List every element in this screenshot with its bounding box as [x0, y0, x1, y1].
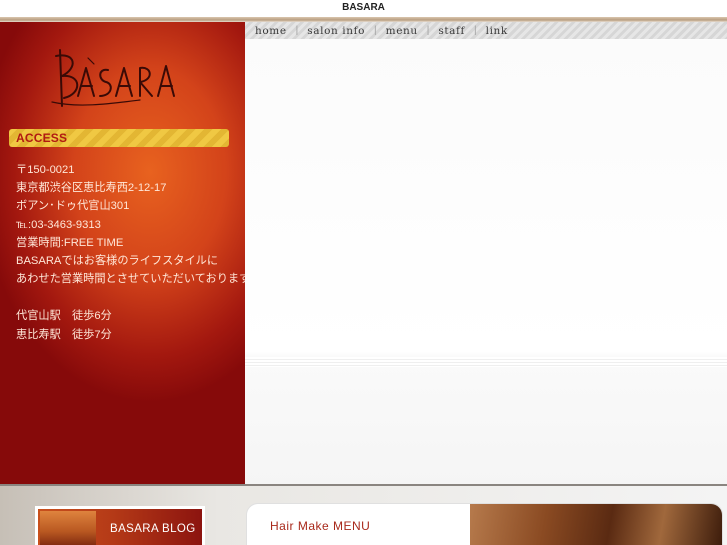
- address-line: 東京都渋谷区恵比寿西2-12-17: [16, 182, 167, 195]
- phone-number: ℡:03-3463-9313: [16, 218, 101, 231]
- page-title-bar: BASARA: [0, 0, 727, 18]
- postal-code: 〒150-0021: [16, 164, 75, 176]
- blog-banner[interactable]: BASARA BLOG: [35, 506, 205, 545]
- station-info: 代官山駅 徒歩6分 恵比寿駅 徒歩7分: [16, 307, 241, 344]
- hours-note-2: あわせた営業時間とさせていただいております: [16, 273, 245, 286]
- sidebar: ACCESS 〒150-0021 東京都渋谷区恵比寿西2-12-17 ボアン･ド…: [0, 22, 245, 486]
- nav-separator: |: [295, 25, 299, 36]
- blog-banner-label: BASARA BLOG: [110, 523, 196, 535]
- nav-separator: |: [474, 25, 477, 36]
- content-divider: [245, 357, 727, 367]
- nav-staff[interactable]: staff: [438, 25, 465, 37]
- nav-separator: |: [374, 25, 377, 36]
- station-daikanyama: 代官山駅 徒歩6分: [16, 310, 112, 322]
- nav-link[interactable]: link: [486, 25, 508, 37]
- access-header: ACCESS: [9, 129, 229, 147]
- nav-salon-info[interactable]: salon info: [307, 25, 365, 37]
- blog-thumbnail-image: [40, 511, 96, 545]
- page-title: BASARA: [342, 2, 385, 13]
- hours-note-1: BASARAではお客様のライフスタイルに: [16, 254, 219, 267]
- business-hours: 営業時間:FREE TIME: [16, 236, 124, 249]
- hair-make-menu-banner[interactable]: Hair Make MENU: [246, 503, 723, 545]
- menu-banner-label: Hair Make MENU: [270, 519, 371, 533]
- top-nav: home | salon info | menu | staff | link: [245, 22, 727, 39]
- nav-menu[interactable]: menu: [386, 25, 418, 37]
- basara-logo[interactable]: [48, 46, 180, 116]
- nav-home[interactable]: home: [255, 25, 287, 37]
- access-info: 〒150-0021 東京都渋谷区恵比寿西2-12-17 ボアン･ドゥ代官山301…: [16, 161, 245, 288]
- main-content-area: [245, 39, 727, 486]
- hair-styling-photo: [470, 504, 722, 545]
- nav-separator: |: [426, 25, 430, 36]
- building-name: ボアン･ドゥ代官山301: [16, 200, 130, 213]
- station-ebisu: 恵比寿駅 徒歩7分: [16, 328, 112, 341]
